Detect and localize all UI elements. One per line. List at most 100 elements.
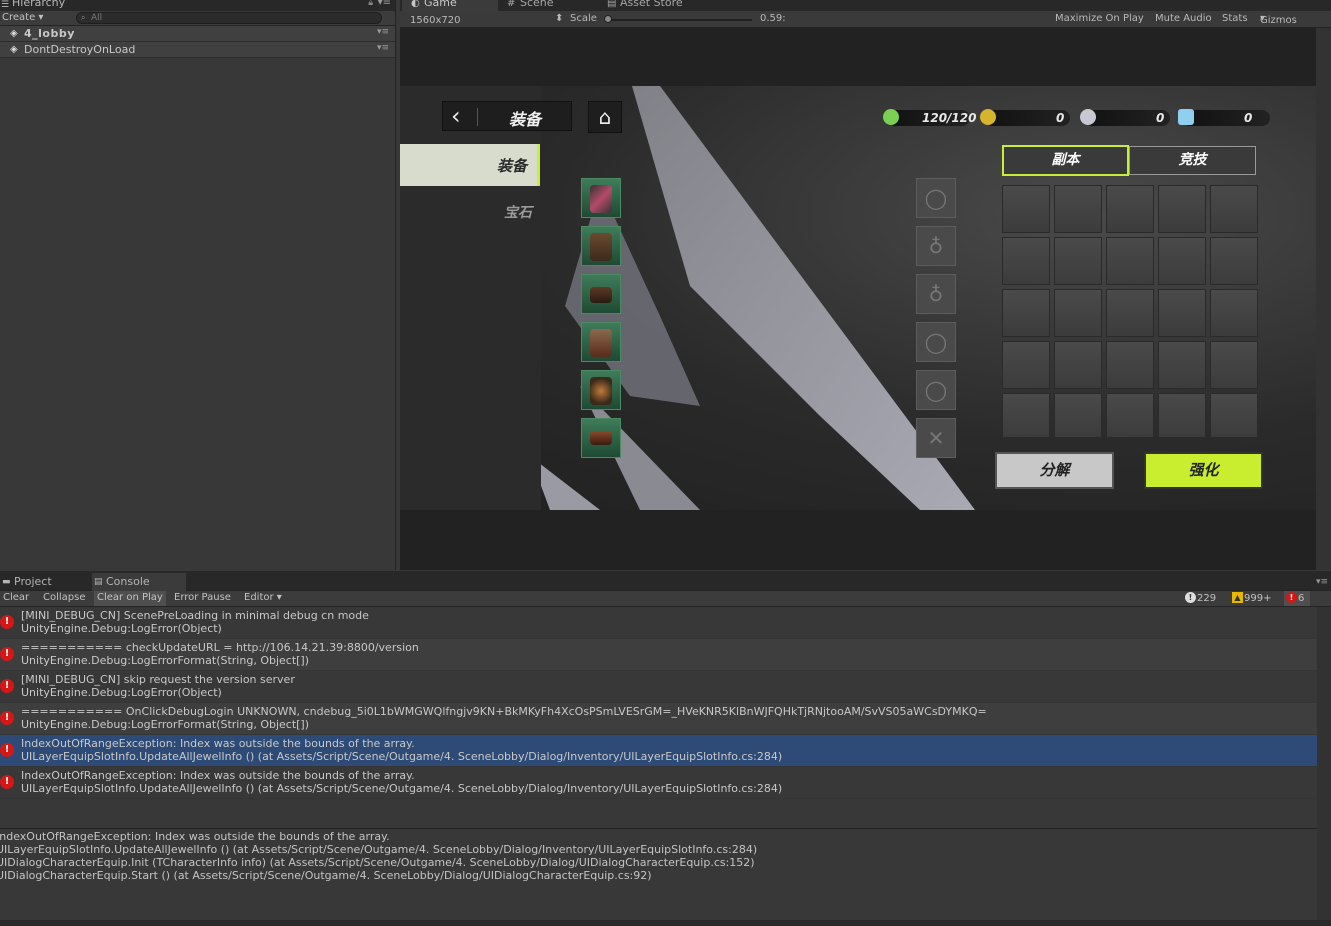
warning-count-toggle[interactable]: ▲ 999+ — [1230, 591, 1271, 606]
gizmos-dropdown[interactable]: Gizmos ▾ — [1260, 13, 1297, 26]
gold-coin-icon — [980, 109, 996, 125]
scene-row-lobby[interactable]: ◈ 4_lobby ▾≡ — [0, 26, 395, 42]
console-toolbar: Clear Collapse Clear on Play Error Pause… — [0, 591, 1331, 607]
home-button[interactable]: ⌂ — [588, 101, 622, 133]
inventory-slot[interactable] — [1054, 185, 1102, 233]
back-button[interactable]: ‹ 装备 — [442, 101, 572, 131]
equip-slot-belt[interactable] — [581, 274, 621, 314]
inventory-slot[interactable] — [1210, 341, 1258, 389]
tab-project[interactable]: ▬ Project — [0, 573, 90, 591]
tab-asset-store[interactable]: ▤ Asset Store — [598, 0, 718, 11]
inventory-slot[interactable] — [1210, 237, 1258, 285]
inventory-slot[interactable] — [1002, 289, 1050, 337]
lock-icon[interactable]: 🔒︎ — [368, 0, 373, 8]
tab-scene[interactable]: # Scene — [498, 0, 598, 11]
scale-value: 0.59: — [760, 13, 786, 24]
inventory-slot[interactable] — [1054, 393, 1102, 438]
close-icon: ✕ — [927, 426, 945, 450]
editor-dropdown[interactable]: Editor ▾ — [241, 591, 285, 606]
tab-hierarchy[interactable]: ☰ Hierarchy — [0, 0, 71, 11]
scene-row-dontdestroy[interactable]: ◈ DontDestroyOnLoad ▾≡ — [0, 42, 395, 58]
error-count-toggle[interactable]: ! 6 — [1284, 591, 1311, 606]
inventory-slot[interactable] — [1106, 289, 1154, 337]
stamina-icon — [883, 109, 899, 125]
inventory-slot[interactable] — [1106, 237, 1154, 285]
clear-button[interactable]: Clear — [0, 591, 32, 606]
disassemble-button[interactable]: 分解 — [995, 452, 1114, 489]
inventory-slot[interactable] — [1158, 393, 1206, 438]
gem-slot-5[interactable]: ◯ — [916, 370, 956, 410]
equip-slot-legs[interactable] — [581, 322, 621, 362]
inventory-slot[interactable] — [1210, 185, 1258, 233]
inventory-slot[interactable] — [1158, 237, 1206, 285]
inventory-slot[interactable] — [1106, 393, 1154, 438]
enhance-button[interactable]: 强化 — [1144, 452, 1263, 489]
inventory-slot[interactable] — [1002, 237, 1050, 285]
log-row[interactable]: ! =========== checkUpdateURL = http://10… — [0, 639, 1317, 671]
tab-arena[interactable]: 竞技 — [1129, 146, 1256, 175]
inventory-slot[interactable] — [1002, 393, 1050, 438]
log-row[interactable]: ! [MINI_DEBUG_CN] ScenePreLoading in min… — [0, 607, 1317, 639]
log-row[interactable]: ! [MINI_DEBUG_CN] skip request the versi… — [0, 671, 1317, 703]
error-pause-toggle[interactable]: Error Pause — [171, 591, 234, 606]
inventory-slot[interactable] — [1158, 341, 1206, 389]
stacktrace-line: UIDialogCharacterEquip.Start () (at Asse… — [0, 869, 652, 882]
scene-menu-icon[interactable]: ▾≡ — [377, 27, 389, 37]
inventory-slot[interactable] — [1106, 185, 1154, 233]
log-row[interactable]: ! IndexOutOfRangeException: Index was ou… — [0, 767, 1317, 799]
gem-slot-6[interactable]: ✕ — [916, 418, 956, 458]
gem-slot-1[interactable]: ◯ — [916, 178, 956, 218]
collapse-toggle[interactable]: Collapse — [40, 591, 89, 606]
silver-value: 0 — [1156, 111, 1165, 125]
equip-slot-gloves[interactable] — [581, 418, 621, 458]
scale-slider[interactable] — [606, 19, 752, 21]
gem-slot-3[interactable]: ♁ — [916, 274, 956, 314]
maximize-on-play-toggle[interactable]: Maximize On Play — [1055, 13, 1144, 24]
inventory-slot[interactable] — [1054, 237, 1102, 285]
sidebar-item-gem[interactable]: 宝石 — [400, 196, 540, 226]
scene-menu-icon[interactable]: ▾≡ — [377, 43, 389, 53]
scale-slider-knob[interactable] — [604, 15, 612, 23]
search-icon: ⌕ — [81, 13, 86, 22]
mute-audio-toggle[interactable]: Mute Audio — [1155, 13, 1212, 24]
inventory-slot[interactable] — [1054, 289, 1102, 337]
create-button[interactable]: Create ▾ — [2, 12, 43, 23]
inventory-slot[interactable] — [1054, 341, 1102, 389]
log-list: ! [MINI_DEBUG_CN] ScenePreLoading in min… — [0, 607, 1317, 827]
gem-slot-4[interactable]: ◯ — [916, 322, 956, 362]
inventory-slot[interactable] — [1106, 341, 1154, 389]
sidebar-item-equip[interactable]: 装备 — [400, 144, 540, 186]
speech-bubble-icon: ◯ — [924, 186, 948, 210]
hierarchy-search-input[interactable]: ⌕ All — [76, 12, 382, 24]
dropdown-arrow-icon[interactable]: ⬍ — [555, 13, 563, 24]
gem-slot-2[interactable]: ♁ — [916, 226, 956, 266]
info-count-toggle[interactable]: ! 229 — [1183, 591, 1216, 606]
store-icon: ▤ — [607, 0, 617, 9]
hierarchy-panel: ☰ Hierarchy 🔒︎ ▾≡ Create ▾ ⌕ All ◈ 4_lob… — [0, 0, 396, 570]
clear-on-play-toggle[interactable]: Clear on Play — [94, 591, 166, 606]
panel-menu-icon[interactable]: ▾≡ — [378, 0, 391, 8]
tab-game[interactable]: ◐ Game — [402, 0, 498, 11]
panel-menu-icon[interactable]: ▾≡ — [1316, 577, 1328, 587]
inventory-slot[interactable] — [1002, 341, 1050, 389]
tab-dungeon[interactable]: 副本 — [1002, 145, 1129, 176]
inventory-slot[interactable] — [1002, 185, 1050, 233]
game-scrollbar[interactable] — [1316, 28, 1331, 570]
tab-console[interactable]: ▤ Console — [92, 573, 186, 591]
error-icon: ! — [0, 711, 14, 725]
inventory-slot[interactable] — [1210, 289, 1258, 337]
stats-toggle[interactable]: Stats — [1222, 13, 1248, 24]
log-row-selected[interactable]: ! IndexOutOfRangeException: Index was ou… — [0, 735, 1317, 767]
equip-slot-weapon[interactable] — [581, 178, 621, 218]
inventory-slot[interactable] — [1158, 289, 1206, 337]
inventory-slot[interactable] — [1158, 185, 1206, 233]
equip-slot-armor[interactable] — [581, 226, 621, 266]
silver-coin-icon — [1080, 109, 1096, 125]
scene-icon: # — [507, 0, 516, 9]
armor-icon — [590, 233, 612, 261]
inventory-slot[interactable] — [1210, 393, 1258, 438]
error-icon: ! — [0, 679, 14, 693]
equip-slot-necklace[interactable] — [581, 370, 621, 410]
console-scrollbar[interactable] — [1317, 607, 1331, 925]
log-row[interactable]: ! =========== OnClickDebugLogin UNKNOWN,… — [0, 703, 1317, 735]
